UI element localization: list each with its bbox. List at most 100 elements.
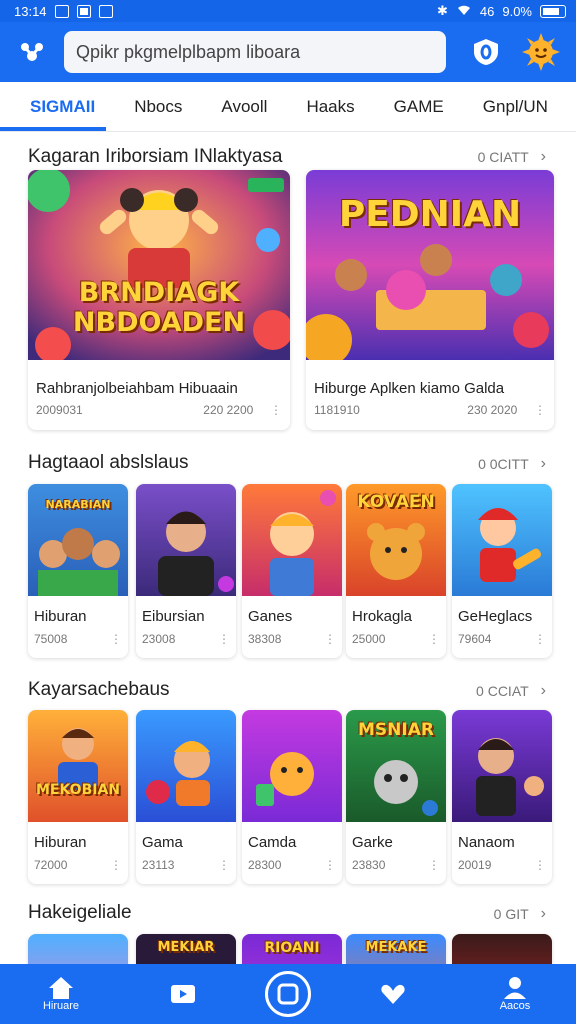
card-meta: 25000 ⋮ bbox=[352, 632, 440, 646]
app-card[interactable]: Eibursian 23008 ⋮ bbox=[136, 484, 236, 658]
section-title-more: Hakeigeliale bbox=[28, 902, 132, 923]
nav-profile-label: Aacos bbox=[499, 1000, 531, 1012]
app-thumbnail: KOVAEN bbox=[346, 484, 446, 596]
app-thumbnail bbox=[242, 484, 342, 596]
more-options-icon[interactable]: ⋮ bbox=[324, 632, 336, 646]
card-meta-value: 220 2200 bbox=[203, 403, 254, 417]
shield-icon[interactable] bbox=[468, 34, 504, 70]
section-more-popular[interactable]: 0 0CITT › bbox=[478, 455, 546, 473]
card-meta-right: 230 2020 ⋮ bbox=[467, 403, 546, 417]
more-options-icon[interactable]: ⋮ bbox=[218, 632, 230, 646]
avatar[interactable] bbox=[522, 33, 560, 71]
card-title: Hiburge Aplken kiamo Galda bbox=[314, 380, 505, 397]
card-meta-value: 72000 bbox=[34, 858, 68, 872]
card-meta: 20019 ⋮ bbox=[458, 858, 546, 872]
card-meta-value: 23008 bbox=[142, 632, 176, 646]
card-art-text: KOVAEN bbox=[357, 492, 435, 512]
chevron-right-icon: › bbox=[540, 148, 546, 165]
card-title: Hiburan bbox=[34, 834, 87, 851]
app-thumbnail bbox=[136, 710, 236, 822]
section-more-more[interactable]: 0 GIT › bbox=[494, 905, 546, 923]
app-thumbnail: NARABIAN bbox=[28, 484, 128, 596]
bluetooth-icon: ✱ bbox=[436, 3, 448, 18]
profile-icon bbox=[504, 977, 526, 999]
app-thumbnail bbox=[136, 484, 236, 596]
card-title: GeHeglacs bbox=[458, 608, 533, 625]
featured-card[interactable]: PEDNIAN Hiburge Aplken kiamo Galda 11819… bbox=[306, 170, 554, 430]
tab-game[interactable]: GAME bbox=[394, 82, 444, 132]
more-options-icon[interactable]: ⋮ bbox=[534, 858, 546, 872]
search-input[interactable] bbox=[76, 41, 434, 63]
more-options-icon[interactable]: ⋮ bbox=[110, 632, 122, 646]
tab-avooll[interactable]: Avooll bbox=[221, 82, 267, 132]
app-logo-icon[interactable] bbox=[14, 34, 50, 70]
card-meta: 23008 ⋮ bbox=[142, 632, 230, 646]
card-art-text: RIOANI bbox=[264, 940, 320, 956]
card-meta-value: 23113 bbox=[142, 858, 175, 872]
tab-gnpl[interactable]: Gnpl/UN bbox=[483, 82, 548, 132]
more-options-icon[interactable]: ⋮ bbox=[428, 858, 440, 872]
card-title: Nanaom bbox=[458, 834, 515, 851]
card-title: Gama bbox=[142, 834, 183, 851]
app-header bbox=[0, 22, 576, 82]
card-meta: 2009031 220 2200 ⋮ bbox=[36, 403, 282, 417]
app-thumbnail bbox=[452, 484, 552, 596]
more-options-icon[interactable]: ⋮ bbox=[324, 858, 336, 872]
featured-card[interactable]: BRNDIAGK NBDOADEN Rahbranjolbeiahbam Hib… bbox=[28, 170, 290, 430]
card-art-text: BRNDIAGK NBDOADEN bbox=[72, 277, 246, 338]
battery-percent: 9.0% bbox=[502, 3, 532, 19]
active-tab-indicator bbox=[0, 127, 106, 131]
wifi-icon bbox=[456, 4, 472, 19]
app-card[interactable]: Camda 28300 ⋮ bbox=[242, 710, 342, 884]
more-options-icon[interactable]: ⋮ bbox=[218, 858, 230, 872]
section-title-popular: Hagtaaol abslslaus bbox=[28, 452, 189, 473]
nav-favorites[interactable] bbox=[353, 983, 433, 1005]
see-all-label: 0 0CITT bbox=[478, 456, 529, 472]
more-options-icon[interactable]: ⋮ bbox=[534, 632, 546, 646]
app-card[interactable]: Nanaom 20019 ⋮ bbox=[452, 710, 552, 884]
tab-haaks[interactable]: Haaks bbox=[306, 82, 354, 132]
tab-nbocs[interactable]: Nbocs bbox=[134, 82, 182, 132]
card-meta-left: 2009031 bbox=[36, 403, 83, 417]
app-card[interactable]: KOVAEN Hrokagla 25000 ⋮ bbox=[346, 484, 446, 658]
app-card[interactable]: Ganes 38308 ⋮ bbox=[242, 484, 342, 658]
card-meta: 23113 ⋮ bbox=[142, 858, 230, 872]
app-card[interactable]: Gama 23113 ⋮ bbox=[136, 710, 236, 884]
see-all-label: 0 CIATT bbox=[477, 149, 529, 165]
chevron-right-icon: › bbox=[540, 455, 546, 472]
app-thumbnail: MEKOBIAN bbox=[28, 710, 128, 822]
nav-profile[interactable]: Aacos bbox=[475, 976, 555, 1012]
square-icon bbox=[277, 983, 299, 1005]
signal-text: 46 bbox=[479, 3, 495, 19]
app-thumbnail bbox=[242, 710, 342, 822]
card-meta-value: 28300 bbox=[248, 858, 282, 872]
app-card[interactable]: NARABIAN Hiburan 75008 ⋮ bbox=[28, 484, 128, 658]
nav-home[interactable]: Hiruare bbox=[21, 976, 101, 1012]
tab-sigmaii[interactable]: SIGMAII bbox=[30, 82, 95, 132]
app-card[interactable]: GeHeglacs 79604 ⋮ bbox=[452, 484, 552, 658]
video-icon bbox=[171, 985, 195, 1003]
app-card[interactable]: MEKOBIAN Hiburan 72000 ⋮ bbox=[28, 710, 128, 884]
nav-center-button[interactable] bbox=[265, 971, 311, 1017]
more-options-icon[interactable]: ⋮ bbox=[428, 632, 440, 646]
chevron-right-icon: › bbox=[540, 905, 546, 922]
bottom-navigation: Hiruare Aacos bbox=[0, 964, 576, 1024]
app-thumbnail: MSNIAR bbox=[346, 710, 446, 822]
battery-icon bbox=[540, 4, 566, 18]
card-meta: 38308 ⋮ bbox=[248, 632, 336, 646]
card-meta-value: 25000 bbox=[352, 632, 386, 646]
see-all-label: 0 CCIAT bbox=[476, 683, 529, 699]
notification-icon bbox=[54, 4, 69, 18]
nav-videos[interactable] bbox=[143, 983, 223, 1005]
more-options-icon[interactable]: ⋮ bbox=[110, 858, 122, 872]
search-bar[interactable] bbox=[64, 31, 446, 73]
section-more-featured[interactable]: 0 CIATT › bbox=[478, 148, 546, 166]
section-more-categories[interactable]: 0 CCIAT › bbox=[476, 682, 546, 700]
card-meta-value: 75008 bbox=[34, 632, 68, 646]
more-options-icon[interactable]: ⋮ bbox=[270, 403, 282, 417]
more-options-icon[interactable]: ⋮ bbox=[534, 403, 546, 417]
status-bar: 13:14 ✱ 46 9.0% bbox=[0, 0, 576, 22]
app-card[interactable]: MSNIAR Garke 23830 ⋮ bbox=[346, 710, 446, 884]
see-all-label: 0 GIT bbox=[493, 906, 529, 922]
card-meta: 1181910 230 2020 ⋮ bbox=[314, 403, 546, 417]
